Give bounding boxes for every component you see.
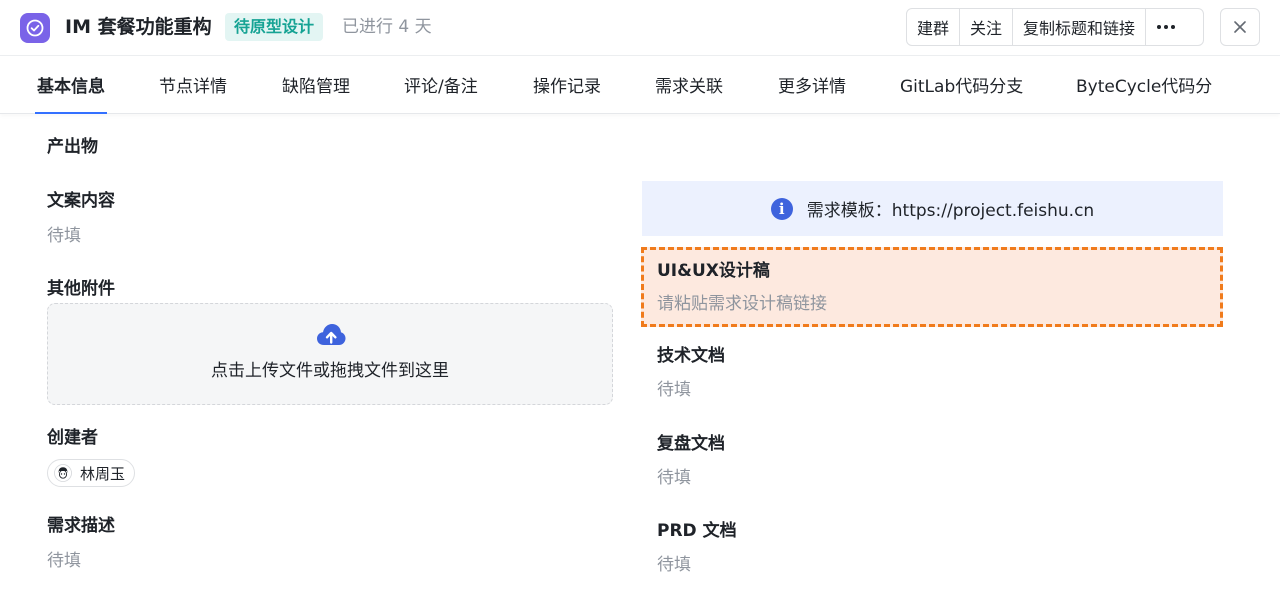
upload-hint: 点击上传文件或拖拽文件到这里 — [211, 361, 449, 381]
tab-defect-management[interactable]: 缺陷管理 — [282, 56, 350, 114]
page-title: IM 套餐功能重构 — [65, 16, 212, 38]
tab-bar: 基本信息 节点详情 缺陷管理 评论/备注 操作记录 需求关联 更多详情 GitL… — [0, 56, 1280, 114]
attachments-label: 其他附件 — [47, 279, 115, 299]
create-group-button[interactable]: 建群 — [907, 9, 961, 45]
creator-name: 林周玉 — [80, 464, 126, 483]
elapsed-time: 已进行 4 天 — [342, 17, 432, 37]
description-value[interactable]: 待填 — [47, 550, 81, 572]
section-title: 产出物 — [47, 137, 98, 157]
creator-chip[interactable]: 林周玉 — [47, 459, 136, 487]
design-field-highlight: UI&UX设计稿 请粘贴需求设计稿链接 — [641, 247, 1223, 327]
tech-doc-value[interactable]: 待填 — [657, 379, 691, 401]
close-icon — [1234, 21, 1246, 33]
tab-comments[interactable]: 评论/备注 — [404, 56, 478, 114]
tab-node-details[interactable]: 节点详情 — [159, 56, 227, 114]
cloud-upload-icon — [317, 324, 346, 345]
design-label: UI&UX设计稿 — [657, 261, 770, 281]
prd-doc-label: PRD 文档 — [657, 521, 737, 541]
review-doc-label: 复盘文档 — [657, 434, 725, 454]
check-circle-icon — [20, 13, 50, 43]
template-link-text[interactable]: 需求模板：https://project.feishu.cn — [807, 196, 1094, 221]
tab-bytecycle-branch[interactable]: ByteCycle代码分 — [1076, 56, 1212, 114]
header: IM 套餐功能重构 待原型设计 已进行 4 天 建群 关注 复制标题和链接 — [0, 0, 1280, 56]
prd-doc-value[interactable]: 待填 — [657, 554, 691, 576]
more-horizontal-icon[interactable] — [1146, 9, 1186, 45]
tab-more-details[interactable]: 更多详情 — [778, 56, 846, 114]
close-button[interactable] — [1220, 8, 1260, 46]
copy-content-label: 文案内容 — [47, 191, 115, 211]
status-badge[interactable]: 待原型设计 — [225, 13, 324, 41]
task-detail-page: IM 套餐功能重构 待原型设计 已进行 4 天 建群 关注 复制标题和链接 基本… — [0, 0, 1280, 613]
header-action-group: 建群 关注 复制标题和链接 — [906, 8, 1204, 46]
tab-operation-log[interactable]: 操作记录 — [533, 56, 601, 114]
description-label: 需求描述 — [47, 516, 115, 536]
avatar — [54, 464, 72, 482]
follow-button[interactable]: 关注 — [960, 9, 1014, 45]
upload-dropzone[interactable]: 点击上传文件或拖拽文件到这里 — [47, 303, 613, 405]
copy-content-value[interactable]: 待填 — [47, 225, 81, 247]
template-banner: i 需求模板：https://project.feishu.cn — [642, 181, 1223, 236]
copy-title-link-button[interactable]: 复制标题和链接 — [1013, 9, 1147, 45]
tab-linked-requirements[interactable]: 需求关联 — [655, 56, 723, 114]
tech-doc-label: 技术文档 — [657, 346, 725, 366]
tab-basic-info[interactable]: 基本信息 — [35, 56, 107, 114]
creator-label: 创建者 — [47, 428, 98, 448]
tab-gitlab-branch[interactable]: GitLab代码分支 — [900, 56, 1023, 114]
review-doc-value[interactable]: 待填 — [657, 467, 691, 489]
info-icon: i — [770, 197, 793, 220]
design-link-input[interactable]: 请粘贴需求设计稿链接 — [657, 293, 827, 315]
